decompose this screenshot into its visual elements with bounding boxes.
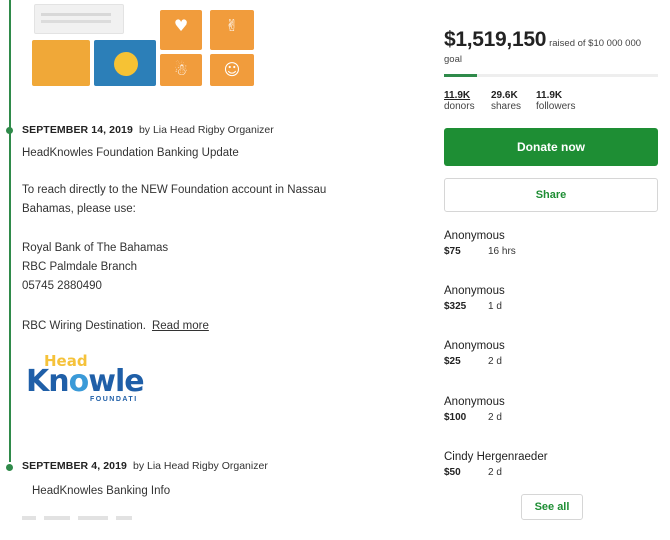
update-title: HeadKnowles Foundation Banking Update [22,147,239,159]
heart-icon: ♥ [173,16,189,35]
donation-item: Anonymous $325 1 d [444,284,658,313]
update-text-line: Bahamas, please use: [22,203,136,215]
update-date: SEPTEMBER 4, 2019 [22,460,127,472]
goal-text: raised of $10 000 000 [549,38,642,49]
gallery-image-3[interactable] [94,40,156,86]
gallery-image-6[interactable]: ☃ [160,54,202,86]
wiring-destination: RBC Wiring Destination. [22,320,146,332]
update-byline: by Lia Head Rigby Organizer [138,124,274,136]
update-text-line: To reach directly to the NEW Foundation … [22,184,327,196]
timeline-dot [6,127,13,134]
logo-subtitle: FOUNDATI [90,396,138,403]
donor-name: Anonymous [444,396,505,408]
stat-donors[interactable]: 11.9K donors [444,90,475,112]
donation-amount: $325 [444,301,467,312]
update-title: HeadKnowles Banking Info [32,485,171,497]
raised-amount: $1,519,150 [444,28,547,51]
shares-label: shares [491,101,522,112]
headknowles-logo: Head Knowle FOUNDATI [22,352,162,408]
hands-icon: ✌ [225,16,239,35]
donation-amount: $25 [444,356,461,367]
gallery-image-5[interactable]: ✌ [210,10,254,50]
logo-word-part: o [68,364,90,399]
stat-followers: 11.9K followers [536,90,575,112]
family-icon: ☃ [173,60,189,79]
see-all-button[interactable]: See all [521,494,583,520]
update-byline: by Lia Head Rigby Organizer [133,460,268,472]
wiring-line: RBC Wiring Destination. Read more [22,317,209,335]
gallery-image-1[interactable] [34,4,124,34]
amount-raised: $1,519,150 raised of $10 000 000 [444,28,641,52]
donors-label: donors [444,101,475,112]
coin-icon [114,52,138,76]
update-header: SEPTEMBER 14, 2019 by Lia Head Rigby Orga… [22,124,274,136]
donation-time: 2 d [488,467,502,478]
people-icon: ☺ [223,60,241,79]
bank-name: Royal Bank of The Bahamas [22,242,169,254]
faded-text [22,516,152,522]
shares-count: 29.6K [491,90,518,101]
donation-time: 2 d [488,412,502,423]
donor-name: Anonymous [444,340,505,352]
donation-item: Anonymous $25 2 d [444,339,658,368]
timeline-dot [6,464,13,471]
bank-branch: RBC Palmdale Branch [22,261,138,273]
logo-wordmark: Knowle [26,364,145,399]
stat-shares: 29.6K shares [491,90,521,112]
progress-bar [444,74,658,77]
logo-word-part: Kn [26,364,70,399]
progress-fill [444,74,477,77]
donation-time: 2 d [488,356,502,367]
donation-item: Anonymous $100 2 d [444,395,658,424]
followers-count: 11.9K [536,90,563,101]
donation-item: Cindy Hergenraeder $50 2 d [444,450,658,479]
timeline-line [9,0,11,462]
followers-label: followers [536,101,576,112]
gallery-image-7[interactable]: ☺ [210,54,254,86]
goal-word: goal [444,54,462,65]
read-more-link[interactable]: Read more [152,320,209,332]
donate-now-button[interactable]: Donate now [444,128,658,166]
donation-amount: $75 [444,246,461,257]
logo-word-part: wle [88,364,144,399]
donors-count[interactable]: 11.9K [444,90,475,101]
donor-name: Anonymous [444,285,505,297]
donation-amount: $100 [444,412,467,423]
donation-time: 1 d [488,301,502,312]
donor-name: Cindy Hergenraeder [444,451,548,463]
donor-name: Anonymous [444,230,505,242]
gallery-image-4[interactable]: ♥ [160,10,202,50]
update-date: SEPTEMBER 14, 2019 [22,124,133,136]
share-button[interactable]: Share [444,178,658,212]
donation-time: 16 hrs [488,246,516,257]
donation-item: Anonymous $75 16 hrs [444,229,658,258]
update-header: SEPTEMBER 4, 2019 by Lia Head Rigby Organ… [22,460,268,472]
gallery-image-2[interactable] [32,40,90,86]
bank-account: 05745 2880490 [22,280,102,292]
update-image-gallery[interactable]: ♥ ✌ ☃ ☺ [32,4,262,86]
donation-amount: $50 [444,467,461,478]
